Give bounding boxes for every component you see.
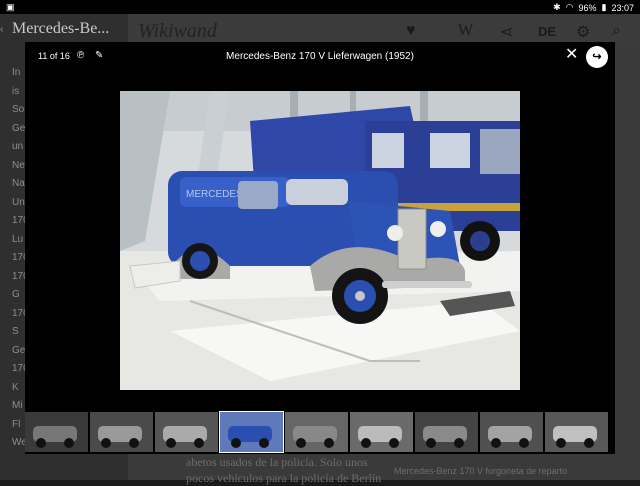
toc-fragment: un (12, 141, 24, 152)
toc-fragment: Na (12, 178, 25, 189)
figure-caption: Mercedes-Benz 170 V furgoneta de reparto (394, 466, 568, 476)
settings-icon: ⚙ (576, 24, 591, 41)
image-title: Mercedes-Benz 170 V Lieferwagen (1952) (226, 51, 414, 62)
toc-fragment: G (12, 289, 20, 300)
svg-text:MERCEDES: MERCEDES (186, 189, 243, 200)
toc-fragment: Mi (12, 400, 23, 411)
chevron-left-icon: ‹ (0, 24, 4, 35)
photo-notification-icon: ▣ (6, 2, 15, 12)
thumbnail[interactable] (480, 412, 543, 452)
toc-fragment: So (12, 104, 25, 115)
image-lightbox: 11 of 16 ℗ ✎ Mercedes-Benz 170 V Lieferw… (25, 42, 615, 454)
toc-fragment: Ge (12, 344, 26, 356)
toc-fragment: K (12, 381, 19, 393)
bluetooth-icon: ✱ (553, 2, 561, 12)
share-icon: ⋖ (500, 24, 514, 41)
thumbnail[interactable] (219, 411, 284, 453)
toc-fragment: Un (12, 196, 25, 208)
language-button: DE (538, 24, 557, 39)
share-button[interactable]: ↪ (586, 46, 608, 68)
wifi-icon: ◠ (565, 2, 574, 12)
article-title: Mercedes-Be... (12, 20, 110, 37)
battery-percent: 96% (578, 2, 597, 13)
thumbnail[interactable] (285, 412, 348, 452)
van-photo-illustration: MERCEDES (120, 91, 520, 390)
search-icon: ⌕ (612, 22, 621, 39)
lightbox-header: 11 of 16 ℗ ✎ Mercedes-Benz 170 V Lieferw… (25, 42, 615, 74)
main-image: MERCEDES (120, 91, 520, 390)
thumbnail[interactable] (350, 412, 413, 452)
battery-icon: ▮ (601, 2, 607, 12)
status-bar: ▣ ✱ ◠ 96% ▮ 23:07 (0, 0, 640, 14)
toc-fragment: S (12, 326, 19, 337)
thumbnail[interactable] (415, 412, 478, 452)
toc-fragment: Fl (12, 418, 21, 430)
thumbnail[interactable] (545, 412, 608, 452)
toc-fragment: In (12, 67, 21, 78)
thumbnail[interactable] (90, 412, 153, 452)
heart-icon: ♥ (406, 22, 416, 39)
thumbnail[interactable] (25, 412, 88, 452)
close-icon[interactable]: ✕ (565, 47, 578, 63)
wikipedia-icon: W (458, 22, 474, 39)
toc-fragment: Ne (12, 159, 25, 171)
clock: 23:07 (611, 2, 634, 13)
toc-fragment: Lu (12, 233, 24, 245)
article-text: abetos usados de la policía. Solo unos p… (186, 455, 382, 485)
app-logo: Wikiwand (138, 20, 217, 42)
thumbnail[interactable] (155, 412, 218, 452)
toc-fragment: Ge (12, 122, 26, 134)
toc-fragment: is (12, 85, 20, 97)
thumbnail-strip (25, 411, 615, 454)
